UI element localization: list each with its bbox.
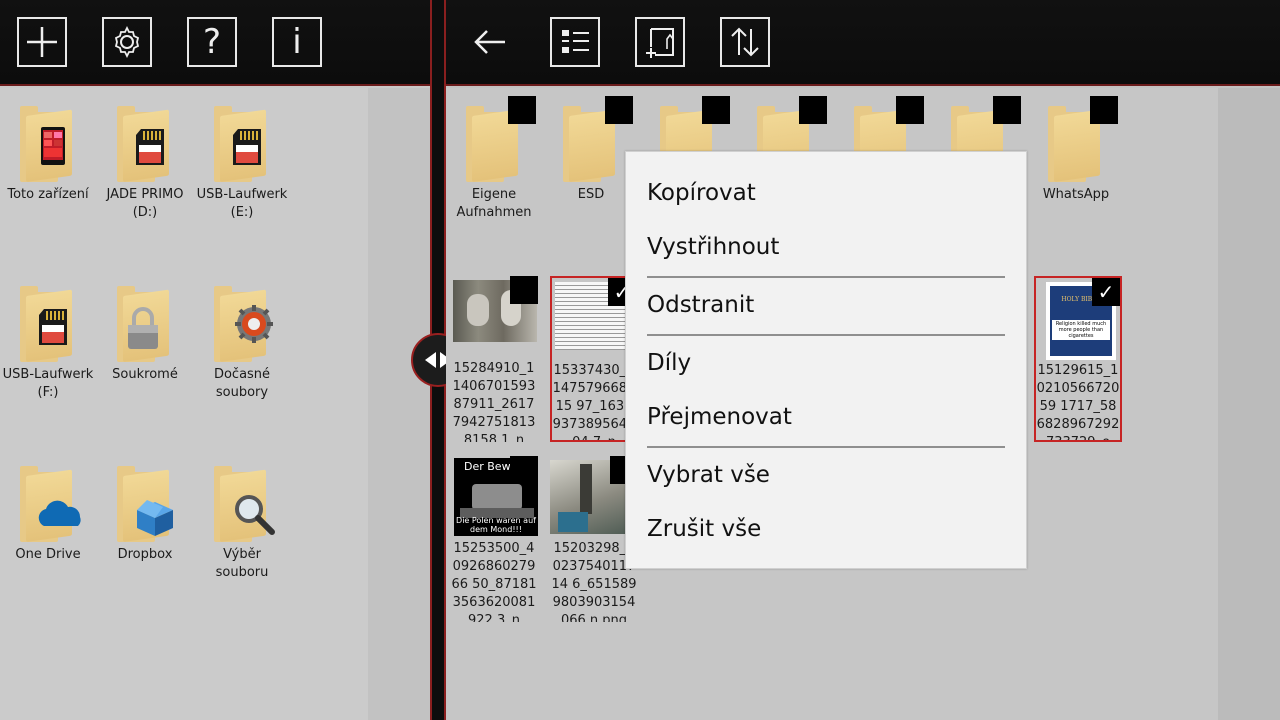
context-menu: Kopírovat Vystřihnout Odstranit Díly Pře… (625, 151, 1027, 569)
lock-icon (125, 306, 161, 354)
right-scrollbar[interactable] (1218, 88, 1280, 720)
help-button[interactable]: ? (187, 17, 237, 67)
book-caption-text: Religion killed much more people than ci… (1052, 320, 1110, 340)
file-item[interactable]: Der Bew Die Polen waren auf dem Mond!!! 15… (450, 456, 538, 622)
file-item[interactable]: 15284910_1140670159387911_26177942751813… (450, 276, 538, 442)
selection-checkbox[interactable] (605, 96, 633, 124)
location-icon (0, 98, 96, 186)
location-icon (0, 458, 96, 546)
location-item[interactable]: Výběr souboru (194, 458, 290, 582)
folder-icon-wrap (1028, 96, 1124, 186)
selection-checkbox[interactable] (510, 456, 538, 484)
folder-item[interactable]: WhatsApp (1028, 96, 1124, 204)
location-icon (194, 98, 290, 186)
selection-checkbox[interactable] (896, 96, 924, 124)
location-icon (97, 278, 193, 366)
location-item[interactable]: USB-Laufwerk (E:) (194, 98, 290, 222)
arrow-left-icon (474, 30, 505, 54)
sort-icon (731, 27, 759, 57)
menu-item-copy[interactable]: Kopírovat (626, 166, 1026, 220)
sd-card-icon (135, 128, 165, 170)
checkmark-icon[interactable]: ✓ (1092, 278, 1120, 306)
location-item[interactable]: Dropbox (97, 458, 193, 564)
folder-icon-wrap (446, 96, 542, 186)
onedrive-cloud-icon (34, 498, 84, 532)
location-item[interactable]: One Drive (0, 458, 96, 564)
left-scrollbar[interactable] (368, 88, 430, 720)
new-folder-button[interactable] (635, 17, 685, 67)
question-icon: ? (202, 22, 222, 62)
selection-checkbox[interactable] (993, 96, 1021, 124)
gear-icon (114, 25, 140, 59)
location-label: One Drive (15, 547, 81, 562)
location-icon (97, 458, 193, 546)
phone-icon (40, 126, 66, 170)
file-label: 15129615_1021056672059 1717_586828967292… (1036, 363, 1120, 440)
selection-checkbox[interactable] (799, 96, 827, 124)
selection-checkbox[interactable] (702, 96, 730, 124)
new-folder-icon (646, 28, 674, 58)
magnifier-icon (232, 492, 276, 540)
view-mode-button[interactable] (550, 17, 600, 67)
location-label: JADE PRIMO (D:) (106, 187, 184, 220)
back-button[interactable] (465, 17, 515, 67)
image-thumbnail (450, 276, 538, 360)
sd-card-icon (232, 128, 262, 170)
location-item[interactable]: Dočasné soubory (194, 278, 290, 402)
selection-checkbox[interactable] (508, 96, 536, 124)
selection-checkbox[interactable] (510, 276, 538, 304)
left-pane: ? i Toto zařízení JADE PRIMO (D:) USB-Lauf… (0, 0, 430, 720)
gear-icon (234, 304, 274, 348)
image-thumbnail: Der Bew Die Polen waren auf dem Mond!!! (450, 456, 538, 540)
image-thumbnail: HOLY BIBLE Religion killed much more peop… (1036, 278, 1120, 362)
list-view-icon (562, 30, 589, 53)
location-item[interactable]: Toto zařízení (0, 98, 96, 204)
location-label: Dropbox (117, 547, 173, 562)
location-item[interactable]: Soukromé (97, 278, 193, 384)
location-label: Soukromé (112, 367, 178, 382)
sd-card-icon (38, 308, 68, 350)
left-toolbar: ? i (0, 0, 430, 86)
menu-item-select-all[interactable]: Vybrat vše (626, 448, 1026, 502)
folder-item[interactable]: Eigene Aufnahmen (446, 96, 542, 222)
menu-item-deselect-all[interactable]: Zrušit vše (626, 502, 1026, 556)
menu-item-cut[interactable]: Vystřihnout (626, 220, 1026, 274)
settings-button[interactable] (102, 17, 152, 67)
moon-caption-top: Der Bew (464, 460, 511, 473)
location-icon (194, 278, 290, 366)
folder-label: Eigene Aufnahmen (456, 187, 532, 220)
sort-button[interactable] (720, 17, 770, 67)
menu-item-share[interactable]: Díly (626, 336, 1026, 390)
location-label: USB-Laufwerk (F:) (2, 367, 94, 400)
location-icon (194, 458, 290, 546)
locations-grid: Toto zařízení JADE PRIMO (D:) USB-Laufwerk… (0, 88, 368, 720)
folder-label: WhatsApp (1042, 187, 1110, 202)
file-label: 15337430_1147579668615 97_16369373895645… (552, 363, 636, 440)
selection-checkbox[interactable] (1090, 96, 1118, 124)
location-label: Toto zařízení (7, 187, 89, 202)
location-icon (97, 98, 193, 186)
menu-item-delete[interactable]: Odstranit (626, 278, 1026, 332)
plus-icon (27, 27, 57, 57)
dropbox-icon (133, 494, 177, 542)
menu-item-rename[interactable]: Přejmenovat (626, 390, 1026, 444)
info-icon: i (292, 22, 302, 62)
file-item[interactable]: HOLY BIBLE Religion killed much more peop… (1034, 276, 1122, 442)
moon-caption-bottom: Die Polen waren auf dem Mond!!! (456, 516, 536, 534)
add-button[interactable] (17, 17, 67, 67)
info-button[interactable]: i (272, 17, 322, 67)
location-item[interactable]: JADE PRIMO (D:) (97, 98, 193, 222)
location-label: Výběr souboru (215, 547, 269, 580)
location-label: USB-Laufwerk (E:) (196, 187, 288, 220)
location-icon (0, 278, 96, 366)
image-thumbnail: ✓ (552, 278, 636, 362)
location-label: Dočasné soubory (213, 367, 271, 400)
file-label: 15253500_4092686027966 50_87181356362008… (451, 541, 537, 622)
right-toolbar (446, 0, 1280, 86)
file-label: 15284910_1140670159387911_26177942751813… (452, 361, 536, 442)
location-item[interactable]: USB-Laufwerk (F:) (0, 278, 96, 402)
